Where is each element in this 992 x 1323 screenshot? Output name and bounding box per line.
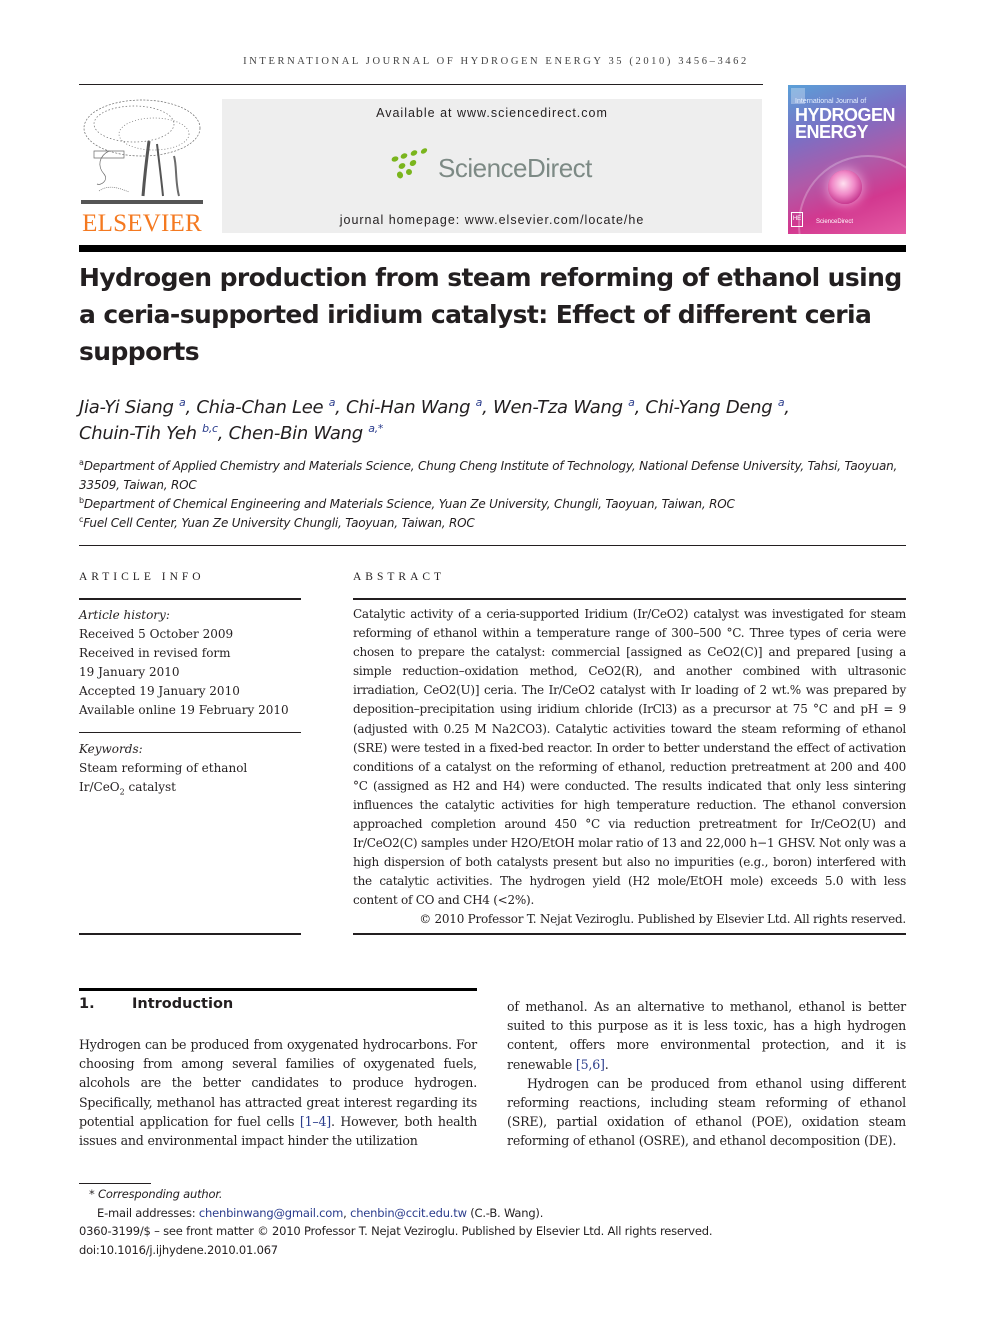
author-list: Jia-Yi Siang a, Chia-Chan Lee a, Chi-Han… (79, 396, 790, 444)
history-item: Available online 19 February 2010 (79, 703, 289, 717)
history-item: 19 January 2010 (79, 665, 180, 679)
history-item: Received 5 October 2009 (79, 627, 234, 641)
abstract-bottom-rule (353, 933, 906, 935)
article-history-label: Article history: (79, 608, 170, 622)
keyword-item[interactable]: Steam reforming of ethanol (79, 759, 301, 778)
footnote-mark: * (89, 1187, 95, 1201)
author-name: Chi-Han Wang (345, 397, 471, 418)
keywords-rule (79, 732, 301, 733)
author-name: Chen-Bin Wang (228, 423, 364, 444)
author-name: Chia-Chan Lee (196, 397, 324, 418)
abstract-copyright: © 2010 Professor T. Nejat Veziroglu. Pub… (419, 912, 906, 926)
cover-he-badge: HE (791, 212, 803, 227)
sciencedirect-logo[interactable]: ScienceDirect (390, 147, 610, 187)
journal-cover-image[interactable]: International Journal of HYDROGEN ENERGY… (788, 85, 906, 234)
cover-orb-graphic (828, 170, 862, 204)
available-at-link[interactable]: Available at www.sciencedirect.com (222, 106, 762, 120)
article-title: Hydrogen production from steam reforming… (79, 263, 902, 366)
author-name: Jia-Yi Siang (79, 397, 174, 418)
cover-journal-prefix: International Journal of (795, 98, 867, 105)
sciencedirect-banner: Available at www.sciencedirect.com Scien… (222, 99, 762, 233)
article-info-heading: ARTICLE INFO (79, 571, 205, 583)
affiliation-marker[interactable]: a (329, 396, 336, 409)
author-name: Chuin-Tih Yeh (79, 423, 197, 444)
section-number: 1. (79, 996, 95, 1012)
abstract-rule (353, 598, 906, 600)
keywords-label: Keywords: (79, 742, 143, 756)
affiliation-marker[interactable]: a (778, 396, 785, 409)
affiliation-item: cFuel Cell Center, Yuan Ze University Ch… (79, 514, 909, 533)
article-info-rule (79, 598, 301, 600)
author[interactable]: Jia-Yi Siang a (79, 397, 186, 418)
paragraph-text: . (604, 1056, 609, 1072)
intro-paragraph: of methanol. As an alternative to methan… (507, 997, 906, 1074)
affiliation-rule (79, 545, 906, 546)
intro-paragraph: Hydrogen can be produced from oxygenated… (79, 1035, 477, 1150)
author[interactable]: Chia-Chan Lee a (196, 397, 335, 418)
corresponding-author-note: * Corresponding author. (79, 1185, 909, 1204)
section-heading-introduction: 1. Introduction (79, 996, 233, 1012)
affiliation-item: aDepartment of Applied Chemistry and Mat… (79, 457, 909, 495)
section-title: Introduction (132, 996, 234, 1012)
affiliation-marker[interactable]: a (179, 396, 186, 409)
corresponding-label: Corresponding author. (98, 1187, 223, 1201)
author[interactable]: Chi-Yang Deng a (645, 397, 784, 418)
affiliation-marker[interactable]: a,* (368, 422, 383, 435)
masthead-rule (79, 245, 906, 252)
email-label: E-mail addresses: (97, 1205, 199, 1220)
history-item: Received in revised form (79, 646, 231, 660)
front-matter-note: 0360-3199/$ – see front matter © 2010 Pr… (79, 1224, 713, 1238)
running-head: INTERNATIONAL JOURNAL OF HYDROGEN ENERGY… (243, 56, 749, 67)
tree-icon (81, 99, 203, 204)
email-owner: (C.-B. Wang). (466, 1205, 544, 1220)
intro-right-column: of methanol. As an alternative to methan… (507, 997, 906, 1151)
sciencedirect-wordmark: ScienceDirect (438, 153, 592, 183)
author[interactable]: Wen-Tza Wang a (493, 397, 635, 418)
header-rule (79, 84, 763, 85)
elsevier-wordmark[interactable]: ELSEVIER (79, 210, 205, 238)
affiliation-list: aDepartment of Applied Chemistry and Mat… (79, 457, 909, 533)
intro-left-column: Hydrogen can be produced from oxygenated… (79, 1035, 477, 1150)
affiliation-text: Department of Chemical Engineering and M… (83, 497, 735, 511)
author-name: Wen-Tza Wang (492, 397, 623, 418)
citation-link[interactable]: [5,6] (576, 1057, 605, 1072)
article-history: Article history: Received 5 October 2009… (79, 606, 301, 720)
affiliation-marker[interactable]: a (628, 396, 635, 409)
history-item: Accepted 19 January 2010 (79, 684, 240, 698)
abstract-heading: ABSTRACT (353, 571, 446, 583)
author[interactable]: Chen-Bin Wang a,* (228, 422, 384, 444)
intro-paragraph: Hydrogen can be produced from ethanol us… (507, 1075, 906, 1149)
sciencedirect-dots-icon (391, 148, 428, 179)
cover-sciencedirect-label: ScienceDirect (816, 219, 854, 225)
email-link[interactable]: chenbinwang@gmail.com (199, 1206, 343, 1220)
cover-title-line-2: ENERGY (795, 122, 869, 142)
section-rule (79, 988, 477, 991)
journal-homepage-link[interactable]: journal homepage: www.elsevier.com/locat… (222, 213, 762, 227)
author-name: Chi-Yang Deng (645, 397, 773, 418)
footnotes: * Corresponding author. E-mail addresses… (79, 1185, 909, 1259)
author[interactable]: Chuin-Tih Yeh b,c (79, 423, 218, 444)
affiliation-text: Fuel Cell Center, Yuan Ze University Chu… (83, 516, 475, 530)
author[interactable]: Chi-Han Wang a (346, 397, 482, 418)
affiliation-text: Department of Applied Chemistry and Mate… (79, 459, 898, 492)
email-link[interactable]: chenbin@ccit.edu.tw (350, 1206, 467, 1220)
paragraph-text: of methanol. As an alternative to methan… (507, 999, 906, 1072)
footnote-rule (79, 1183, 151, 1184)
doi[interactable]: doi:10.1016/j.ijhydene.2010.01.067 (79, 1241, 909, 1260)
abstract-text: Catalytic activity of a ceria-supported … (353, 607, 906, 908)
cover-title: HYDROGEN ENERGY (795, 106, 896, 142)
keyword-item[interactable]: Ir/CeO2 catalyst (79, 778, 301, 801)
email-note: E-mail addresses: chenbinwang@gmail.com,… (79, 1204, 909, 1223)
keywords: Keywords: Steam reforming of ethanol Ir/… (79, 740, 301, 801)
affiliation-marker[interactable]: a (476, 396, 483, 409)
citation-link[interactable]: [1–4] (300, 1114, 331, 1129)
affiliation-item: bDepartment of Chemical Engineering and … (79, 495, 909, 514)
affiliation-marker[interactable]: b,c (202, 422, 218, 435)
article-info-bottom-rule (79, 933, 301, 935)
